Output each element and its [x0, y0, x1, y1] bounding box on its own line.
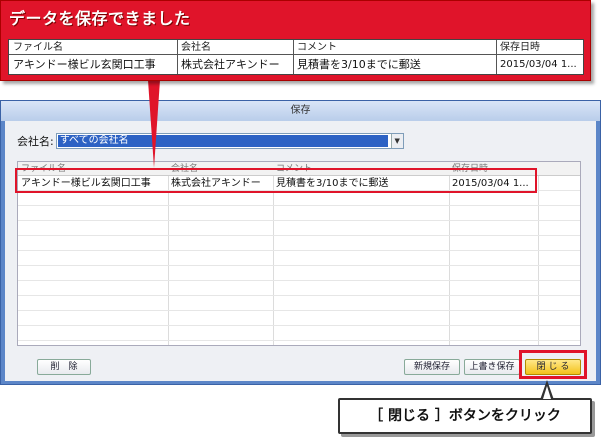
table-row-empty — [18, 311, 580, 326]
close-button-highlight-box — [519, 350, 587, 379]
row-highlight-box — [15, 168, 537, 193]
callout-cell-comment: 見積書を3/10までに郵送 — [297, 58, 421, 71]
table-row-empty — [18, 251, 580, 266]
company-filter: 会社名: すべての会社名 ▼ — [17, 133, 404, 149]
table-row-empty — [18, 206, 580, 221]
saved-callout: データを保存できました ファイル名 会社名 コメント 保存日時 アキンドー様ビル… — [0, 0, 591, 81]
company-select[interactable]: すべての会社名 ▼ — [55, 133, 404, 149]
table-row-empty — [18, 191, 580, 206]
callout-title: データを保存できました — [9, 9, 191, 28]
callout-header-comment: コメント — [297, 42, 337, 53]
callout-cell-company: 株式会社アキンドー — [181, 58, 280, 71]
company-select-value: すべての会社名 — [57, 135, 388, 147]
chevron-down-icon[interactable]: ▼ — [390, 134, 403, 148]
table-row-empty — [18, 236, 580, 251]
dialog-title: 保存 — [1, 101, 600, 121]
callout-header-company: 会社名 — [181, 42, 211, 53]
callout-cell-date: 2015/03/04 1... — [500, 59, 577, 70]
click-instruction-callout: ［ 閉じる ］ボタンをクリック — [338, 398, 592, 434]
callout2-pointer-inner — [543, 386, 551, 399]
table-row-empty — [18, 266, 580, 281]
callout-header-filename: ファイル名 — [13, 42, 63, 53]
new-save-button[interactable]: 新規保存 — [404, 359, 460, 375]
save-dialog: 保存 会社名: すべての会社名 ▼ ファイル名 会社名 コメント 保存日時 アキ… — [0, 100, 601, 385]
table-row-empty — [18, 221, 580, 236]
company-label: 会社名: — [17, 135, 54, 148]
callout-pointer — [148, 80, 160, 168]
callout-cell-filename: アキンドー様ビル玄関口工事 — [13, 58, 156, 71]
table-row-empty — [18, 296, 580, 311]
dialog-client: 会社名: すべての会社名 ▼ ファイル名 会社名 コメント 保存日時 アキンドー… — [5, 121, 596, 381]
callout2-text: ［ 閉じる ］ボタンをクリック — [369, 408, 561, 424]
table-row-empty — [18, 326, 580, 341]
table-row-empty — [18, 281, 580, 296]
callout-header-date: 保存日時 — [500, 42, 540, 53]
callout-table: ファイル名 会社名 コメント 保存日時 アキンドー様ビル玄関口工事 株式会社アキ… — [8, 39, 584, 75]
callout-table-header: ファイル名 会社名 コメント 保存日時 — [9, 40, 583, 55]
delete-button[interactable]: 削 除 — [37, 359, 91, 375]
overwrite-save-button[interactable]: 上書き保存 — [464, 359, 520, 375]
